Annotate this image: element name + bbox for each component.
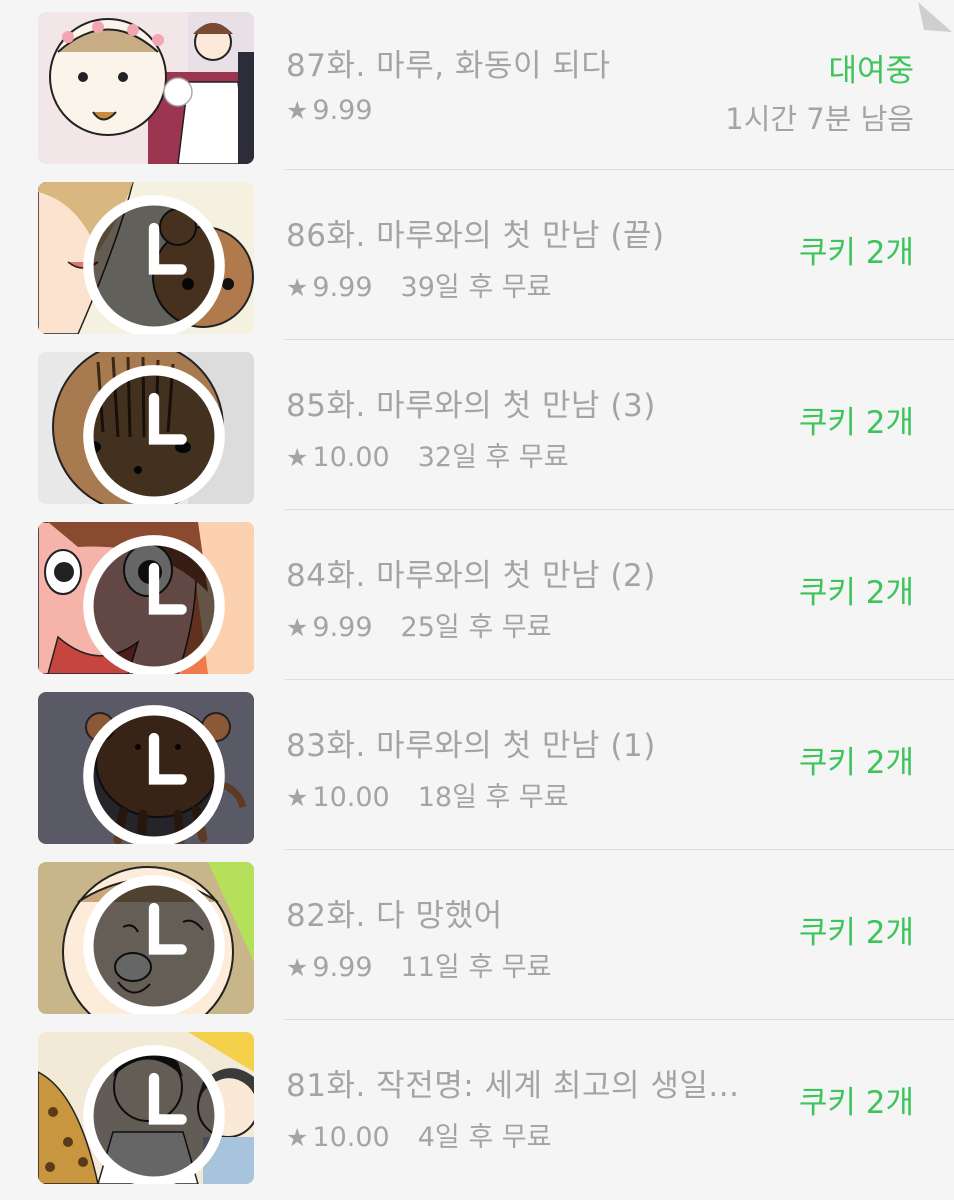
clock-icon — [83, 705, 225, 844]
episode-title: 82화. 다 망했어 — [286, 898, 503, 934]
episode-thumbnail — [38, 352, 254, 504]
clock-icon — [83, 535, 225, 674]
episode-thumbnail — [38, 182, 254, 334]
episode-thumbnail — [38, 1032, 254, 1184]
episode-rating: 10.00 — [312, 442, 390, 473]
episode-row[interactable]: 86화. 마루와의 첫 만남 (끝) ★ 9.99 39일 후 무료 쿠키 2개 — [0, 170, 954, 340]
episode-row[interactable]: 84화. 마루와의 첫 만남 (2) ★ 9.99 25일 후 무료 쿠키 2개 — [0, 510, 954, 680]
cookie-price[interactable]: 쿠키 2개 — [799, 907, 914, 952]
cookie-price[interactable]: 쿠키 2개 — [799, 1077, 914, 1122]
episode-meta: ★ 9.99 11일 후 무료 — [286, 945, 551, 984]
free-countdown: 32일 후 무료 — [417, 442, 569, 473]
episode-rating: 10.00 — [312, 782, 390, 813]
episode-title: 81화. 작전명: 세계 최고의 생일... — [286, 1068, 740, 1104]
episode-row[interactable]: 85화. 마루와의 첫 만남 (3) ★ 10.00 32일 후 무료 쿠키 2개 — [0, 340, 954, 510]
star-icon: ★ — [286, 1123, 309, 1152]
star-icon: ★ — [286, 783, 309, 812]
star-icon: ★ — [286, 613, 309, 642]
episode-thumbnail — [38, 12, 254, 164]
free-countdown: 25일 후 무료 — [400, 612, 552, 643]
episode-title: 85화. 마루와의 첫 만남 (3) — [286, 388, 656, 424]
rental-remaining: 1시간 7분 남음 — [725, 102, 914, 136]
star-icon: ★ — [286, 443, 309, 472]
episode-thumbnail — [38, 692, 254, 844]
clock-icon — [83, 875, 225, 1014]
rental-status: 대여중 — [828, 53, 914, 89]
free-countdown: 4일 후 무료 — [417, 1122, 552, 1153]
episode-rating: 9.99 — [312, 952, 373, 983]
episode-thumbnail — [38, 862, 254, 1014]
episode-rating: 9.99 — [312, 612, 373, 643]
cookie-price[interactable]: 쿠키 2개 — [799, 737, 914, 782]
episode-rating: 10.00 — [312, 1122, 390, 1153]
episode-meta: ★ 10.00 4일 후 무료 — [286, 1115, 551, 1154]
episode-rating: 9.99 — [312, 95, 373, 126]
free-countdown: 18일 후 무료 — [417, 782, 569, 813]
corner-arrow-icon — [918, 2, 952, 32]
episode-meta: ★ 9.99 25일 후 무료 — [286, 605, 551, 644]
episode-title: 86화. 마루와의 첫 만남 (끝) — [286, 218, 665, 254]
clock-icon — [83, 1045, 225, 1184]
episode-rating: 9.99 — [312, 272, 373, 303]
star-icon: ★ — [286, 96, 309, 125]
episode-meta: ★ 10.00 18일 후 무료 — [286, 775, 569, 814]
cookie-price[interactable]: 쿠키 2개 — [799, 567, 914, 612]
episode-row[interactable]: 83화. 마루와의 첫 만남 (1) ★ 10.00 18일 후 무료 쿠키 2개 — [0, 680, 954, 850]
episode-row[interactable]: 87화. 마루, 화동이 되다 ★ 9.99 대여중 1시간 7분 남음 — [0, 0, 954, 170]
cookie-price[interactable]: 쿠키 2개 — [799, 397, 914, 442]
episode-title: 83화. 마루와의 첫 만남 (1) — [286, 728, 656, 764]
episode-title: 84화. 마루와의 첫 만남 (2) — [286, 558, 656, 594]
episode-meta: ★ 9.99 39일 후 무료 — [286, 265, 551, 304]
episode-list: 87화. 마루, 화동이 되다 ★ 9.99 대여중 1시간 7분 남음 86화… — [0, 0, 954, 1200]
episode-meta: ★ 10.00 32일 후 무료 — [286, 435, 569, 474]
star-icon: ★ — [286, 273, 309, 302]
free-countdown: 39일 후 무료 — [400, 272, 552, 303]
free-countdown: 11일 후 무료 — [400, 952, 552, 983]
episode-meta: ★ 9.99 — [286, 95, 373, 126]
episode-title: 87화. 마루, 화동이 되다 — [286, 48, 611, 84]
clock-icon — [83, 195, 225, 334]
episode-row[interactable]: 82화. 다 망했어 ★ 9.99 11일 후 무료 쿠키 2개 — [0, 850, 954, 1020]
episode-thumbnail — [38, 522, 254, 674]
star-icon: ★ — [286, 953, 309, 982]
episode-row[interactable]: 81화. 작전명: 세계 최고의 생일... ★ 10.00 4일 후 무료 쿠키 … — [0, 1020, 954, 1190]
cookie-price[interactable]: 쿠키 2개 — [799, 227, 914, 272]
clock-icon — [83, 365, 225, 504]
